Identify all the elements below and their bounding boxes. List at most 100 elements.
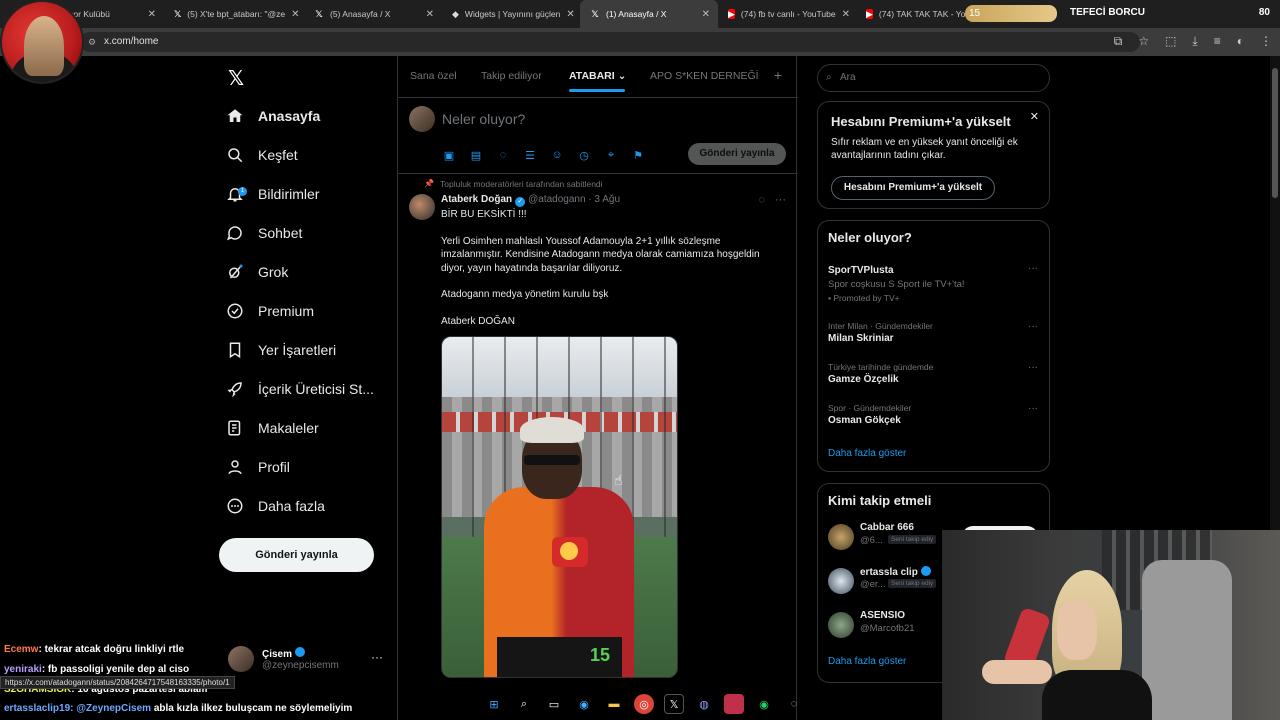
premium-upgrade-button[interactable]: Hesabını Premium+'a yükselt [831, 176, 995, 200]
more-options-icon[interactable]: ··· [371, 650, 383, 664]
sidebar-item-more[interactable]: Daha fazla [226, 491, 325, 521]
trend-item[interactable]: Inter Milan · Gündemdekiler Milan Skrini… [828, 321, 1038, 344]
close-icon[interactable]: ✕ [560, 9, 574, 20]
trend-item[interactable]: Türkiye tarihinde gündemde Gamze Özçelik… [828, 362, 1038, 385]
rocket-icon [226, 380, 244, 398]
more-options-icon[interactable]: ··· [1028, 321, 1038, 332]
tweet-image[interactable]: 15 [441, 336, 678, 678]
address-bar[interactable]: ⚙ x.com/home [80, 32, 1140, 52]
main-timeline: Sana özel Takip ediliyor ATABARI ⌄ APO S… [397, 56, 798, 720]
more-options-icon[interactable]: ··· [775, 194, 786, 206]
sidebar-item-grok[interactable]: Grok [226, 257, 288, 287]
trends-card: Neler oluyor? SporTVPlusta Spor coşkusu … [817, 220, 1050, 472]
task-view-icon[interactable]: ▭ [544, 694, 564, 714]
follow-show-more-link[interactable]: Daha fazla göster [828, 656, 906, 667]
trend-item[interactable]: SporTVPlusta Spor coşkusu S Sport ile TV… [828, 263, 1038, 303]
tab-for-you[interactable]: Sana özel [410, 70, 457, 82]
account-switcher[interactable]: Çisem @zeynepcisemm ··· [228, 642, 393, 676]
discord-icon[interactable]: ◍ [694, 694, 714, 714]
avatar [828, 568, 854, 594]
close-icon[interactable]: ✕ [285, 9, 299, 20]
tweet-date[interactable]: · 3 Ağu [588, 194, 620, 205]
location-icon[interactable]: ⌖ [604, 148, 618, 162]
verified-icon [920, 566, 931, 576]
sidebar-item-notifications[interactable]: 1 Bildirimler [226, 179, 319, 209]
profile-icon [226, 458, 244, 476]
avatar[interactable] [409, 194, 435, 220]
close-icon[interactable]: ✕ [836, 9, 850, 20]
grok-icon[interactable]: ◌ [496, 148, 510, 162]
sidebar-item-chat[interactable]: Sohbet [226, 218, 302, 248]
tweet-author-name[interactable]: Ataberk Doğan [441, 194, 512, 205]
extensions-icon[interactable]: ⬚ [1165, 34, 1176, 49]
image-icon[interactable]: ▣ [442, 148, 456, 162]
menu-icon[interactable]: ⋮ [1260, 34, 1272, 49]
browser-toolbar: ← → ↻ ⚙ x.com/home ⧉ ☆ ⬚ ⤓ ≡ ◐ ⋮ [0, 28, 1280, 56]
file-explorer-icon[interactable]: ▬ [604, 694, 624, 714]
close-icon[interactable]: ✕ [420, 9, 434, 20]
profile-icon[interactable]: ◐ [1237, 34, 1244, 49]
grok-icon[interactable]: ◌ [758, 194, 765, 206]
jersey-number: 15 [589, 645, 610, 665]
chrome-icon[interactable]: ◎ [634, 694, 654, 714]
browser-tab-7[interactable]: ▶ (74) TAK TAK TAK - YouT [856, 0, 966, 28]
sidebar-item-premium[interactable]: Premium [226, 296, 314, 326]
chat-message: Ecemw: tekrar atcak doğru linkliyi rtle [4, 644, 185, 655]
bookmark-icon [226, 341, 244, 359]
obs-icon[interactable]: ◌ [784, 694, 804, 714]
search-icon[interactable]: ⌕ [514, 694, 534, 714]
post-button[interactable]: Gönderi yayınla [219, 538, 374, 572]
avatar [828, 524, 854, 550]
more-options-icon[interactable]: ··· [1028, 403, 1038, 414]
compose-post-button[interactable]: Gönderi yayınla [688, 143, 786, 165]
x-logo-icon: 𝕏 [591, 8, 599, 19]
edge-icon[interactable]: ◉ [574, 694, 594, 714]
more-options-icon[interactable]: ··· [1028, 362, 1038, 373]
compose-input[interactable]: Neler oluyor? [442, 111, 525, 127]
spotify-icon[interactable]: ◉ [754, 694, 774, 714]
x-logo-icon[interactable]: 𝕏 [228, 66, 244, 91]
reading-list-icon[interactable]: ≡ [1214, 34, 1221, 49]
sidebar-item-bookmarks[interactable]: Yer İşaretleri [226, 335, 336, 365]
tweet[interactable]: 📌 Topluluk moderatörleri tarafından sabit… [398, 174, 798, 720]
chat-icon [226, 224, 244, 242]
more-options-icon[interactable]: ··· [1028, 263, 1038, 274]
browser-tab-6[interactable]: ▶ (74) fb tv canlı - YouTube ✕ [718, 0, 856, 28]
sidebar-item-explore[interactable]: Keşfet [226, 140, 298, 170]
tab-community[interactable]: APO S*KEN DERNEĞİ [650, 70, 759, 82]
article-icon [226, 419, 244, 437]
browser-tab-3[interactable]: 𝕏 (5) Anasayfa / X ✕ [304, 0, 442, 28]
trends-show-more-link[interactable]: Daha fazla göster [828, 448, 906, 459]
sidebar-item-home[interactable]: Anasayfa [226, 101, 320, 131]
flag-icon[interactable]: ⚑ [631, 148, 645, 162]
windows-start-icon[interactable]: ⊞ [484, 694, 504, 714]
x-app-icon[interactable]: 𝕏 [664, 694, 684, 714]
trend-item[interactable]: Spor · Gündemdekiler Osman Gökçek ··· [828, 403, 1038, 426]
app-icon[interactable] [724, 694, 744, 714]
shield-icon: ◆ [452, 8, 459, 19]
search-input[interactable]: ⌕ Ara [817, 64, 1050, 92]
tab-following[interactable]: Takip ediliyor [481, 70, 542, 82]
site-info-icon[interactable]: ⚙ [88, 32, 96, 52]
close-icon[interactable]: ✕ [696, 9, 710, 20]
download-icon[interactable]: ⤓ [1192, 34, 1197, 49]
tab-atabari[interactable]: ATABARI ⌄ [569, 70, 626, 92]
browser-tab-4[interactable]: ◆ Widgets | Yayınını güçlen ✕ [442, 0, 580, 28]
sidebar-item-profile[interactable]: Profil [226, 452, 290, 482]
poll-icon[interactable]: ☰ [523, 148, 537, 162]
schedule-icon[interactable]: ◷ [577, 148, 591, 162]
install-icon[interactable]: ⧉ [1114, 34, 1123, 49]
gif-icon[interactable]: ▤ [469, 148, 483, 162]
tweet-author-handle[interactable]: @atadogann [528, 194, 585, 205]
stream-progress-bar: 15 [965, 5, 1057, 22]
browser-tab-2[interactable]: 𝕏 (5) X'te bpt_atabarı: "@ze ✕ [164, 0, 304, 28]
sidebar-item-articles[interactable]: Makaleler [226, 413, 319, 443]
emoji-icon[interactable]: ☺ [550, 148, 564, 162]
sidebar-item-creator-studio[interactable]: İçerik Üreticisi St... [226, 374, 374, 404]
browser-tab-5-active[interactable]: 𝕏 (1) Anasayfa / X ✕ [580, 0, 718, 28]
star-icon[interactable]: ☆ [1138, 34, 1149, 49]
close-icon[interactable]: ✕ [142, 9, 156, 20]
close-icon[interactable]: ✕ [1030, 110, 1039, 123]
add-tab-icon[interactable]: + [774, 67, 782, 83]
bell-icon: 1 [226, 185, 247, 203]
